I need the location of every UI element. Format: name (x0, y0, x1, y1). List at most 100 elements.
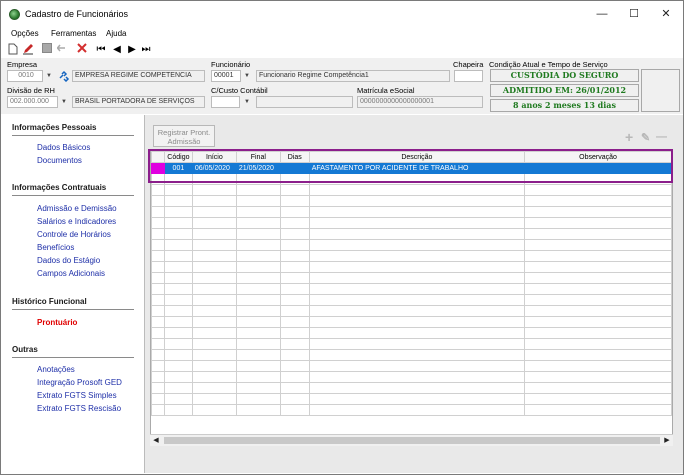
empty-cell (151, 261, 165, 273)
empty-cell (151, 338, 165, 350)
empty-cell (308, 217, 526, 229)
cell-descricao[interactable]: AFASTAMENTO POR ACIDENTE DE TRABALHO (308, 162, 526, 174)
scroll-right-icon[interactable]: ▶ (661, 435, 673, 446)
empty-row (151, 305, 672, 317)
funcionario-code-field[interactable]: 00001 (211, 70, 241, 82)
cell-inicio[interactable]: 06/05/2020 (191, 162, 237, 174)
chapeira-field[interactable] (454, 70, 483, 82)
close-button[interactable]: ✕ (651, 4, 681, 24)
menu-opcoes[interactable]: Opções (11, 29, 39, 38)
last-record-icon[interactable]: ⏭ (141, 43, 151, 57)
next-record-icon[interactable]: ▶ (127, 43, 137, 57)
empty-cell (524, 393, 672, 405)
sidebar-item-documentos[interactable]: Documentos (37, 156, 82, 165)
empty-cell (279, 261, 310, 273)
empty-cell (191, 316, 237, 328)
sidebar-item-beneficios[interactable]: Benefícios (37, 243, 74, 252)
empty-cell (524, 239, 672, 251)
divisao-code-field[interactable]: 002.000.000 (7, 96, 58, 108)
empty-cell (163, 184, 193, 196)
divisao-name-field: BRASIL PORTADORA DE SERVIÇOS (72, 96, 205, 108)
service-time-badge: 8 anos 2 meses 13 dias (490, 99, 639, 112)
scrollbar-thumb[interactable] (164, 437, 660, 444)
empty-cell (151, 404, 165, 416)
empty-cell (163, 217, 193, 229)
empty-cell (279, 283, 310, 295)
toolbar: ⏮ ◀ ▶ ⏭ (1, 42, 683, 58)
sidebar-item-anotacoes[interactable]: Anotações (37, 365, 75, 374)
sidebar-item-dados-basicos[interactable]: Dados Básicos (37, 143, 90, 152)
empty-cell (163, 382, 193, 394)
empty-cell (235, 195, 281, 207)
empty-cell (279, 228, 310, 240)
sidebar-item-controle-horarios[interactable]: Controle de Horários (37, 230, 111, 239)
sidebar-item-campos-adicionais[interactable]: Campos Adicionais (37, 269, 105, 278)
sidebar-item-extrato-fgts-simples[interactable]: Extrato FGTS Simples (37, 391, 117, 400)
chevron-down-icon[interactable]: ▼ (58, 96, 70, 108)
empty-cell (163, 206, 193, 218)
row-indicator[interactable] (151, 162, 165, 174)
custo-code-field[interactable] (211, 96, 240, 108)
column-header-inicio[interactable]: Início (191, 151, 237, 163)
save-icon[interactable] (41, 43, 53, 57)
cell-dias[interactable] (279, 162, 310, 174)
empty-cell (524, 173, 672, 185)
cell-observacao[interactable] (524, 162, 672, 174)
empty-cell (151, 349, 165, 361)
empty-cell (163, 250, 193, 262)
horizontal-scrollbar[interactable]: ◀ ▶ (150, 434, 673, 446)
sidebar-item-admissao-demissao[interactable]: Admissão e Demissão (37, 204, 117, 213)
remove-icon[interactable]: — (656, 131, 667, 143)
first-record-icon[interactable]: ⏮ (96, 43, 106, 57)
delete-icon[interactable] (76, 43, 88, 57)
minimize-button[interactable]: — (587, 4, 617, 24)
column-header-dias[interactable]: Dias (279, 151, 310, 163)
empty-cell (279, 349, 310, 361)
empty-cell (279, 393, 310, 405)
empty-cell (163, 338, 193, 350)
undo-icon[interactable] (56, 43, 70, 57)
table-row[interactable]: 001 06/05/2020 21/05/2020 AFASTAMENTO PO… (151, 162, 672, 174)
scroll-left-icon[interactable]: ◀ (150, 435, 162, 446)
chevron-down-icon[interactable]: ▼ (241, 96, 253, 108)
sidebar-item-integracao-ged[interactable]: Integração Prosoft GED (37, 378, 122, 387)
chevron-down-icon[interactable]: ▼ (43, 70, 55, 82)
empty-cell (163, 294, 193, 306)
empty-cell (308, 173, 526, 185)
column-header-codigo[interactable]: Código (163, 151, 193, 163)
empty-row (151, 360, 672, 372)
column-header-final[interactable]: Final (235, 151, 281, 163)
register-admission-button[interactable]: Registrar Pront. Admissão (153, 125, 215, 147)
empty-cell (235, 250, 281, 262)
cell-final[interactable]: 21/05/2020 (235, 162, 281, 174)
empty-cell (163, 173, 193, 185)
add-icon[interactable]: + (625, 129, 633, 145)
empresa-code-field[interactable]: 0010 (7, 70, 43, 82)
empty-cell (308, 239, 526, 251)
link-icon[interactable] (58, 70, 71, 83)
empty-cell (524, 294, 672, 306)
previous-record-icon[interactable]: ◀ (112, 43, 122, 57)
employee-photo[interactable] (641, 69, 680, 112)
menu-ajuda[interactable]: Ajuda (106, 29, 126, 38)
empty-row (151, 228, 672, 240)
column-header-descricao[interactable]: Descrição (308, 151, 526, 163)
column-header-observacao[interactable]: Observação (524, 151, 672, 163)
edit-icon[interactable]: ✎ (641, 131, 650, 144)
chevron-down-icon[interactable]: ▼ (241, 70, 253, 82)
empty-row (151, 316, 672, 328)
sidebar-item-extrato-fgts-rescisao[interactable]: Extrato FGTS Rescisão (37, 404, 121, 413)
sidebar-item-prontuario[interactable]: Prontuário (37, 318, 77, 327)
new-icon[interactable] (7, 43, 19, 57)
sidebar-item-salarios[interactable]: Salários e Indicadores (37, 217, 116, 226)
empty-cell (235, 294, 281, 306)
empty-cell (279, 173, 310, 185)
maximize-button[interactable]: ☐ (619, 4, 649, 24)
cell-codigo[interactable]: 001 (163, 162, 193, 174)
empty-cell (279, 338, 310, 350)
section-informacoes-pessoais: Informações Pessoais (12, 123, 97, 132)
edit-icon[interactable] (22, 43, 34, 57)
empty-cell (279, 250, 310, 262)
sidebar-item-dados-estagio[interactable]: Dados do Estágio (37, 256, 100, 265)
menu-ferramentas[interactable]: Ferramentas (51, 29, 96, 38)
